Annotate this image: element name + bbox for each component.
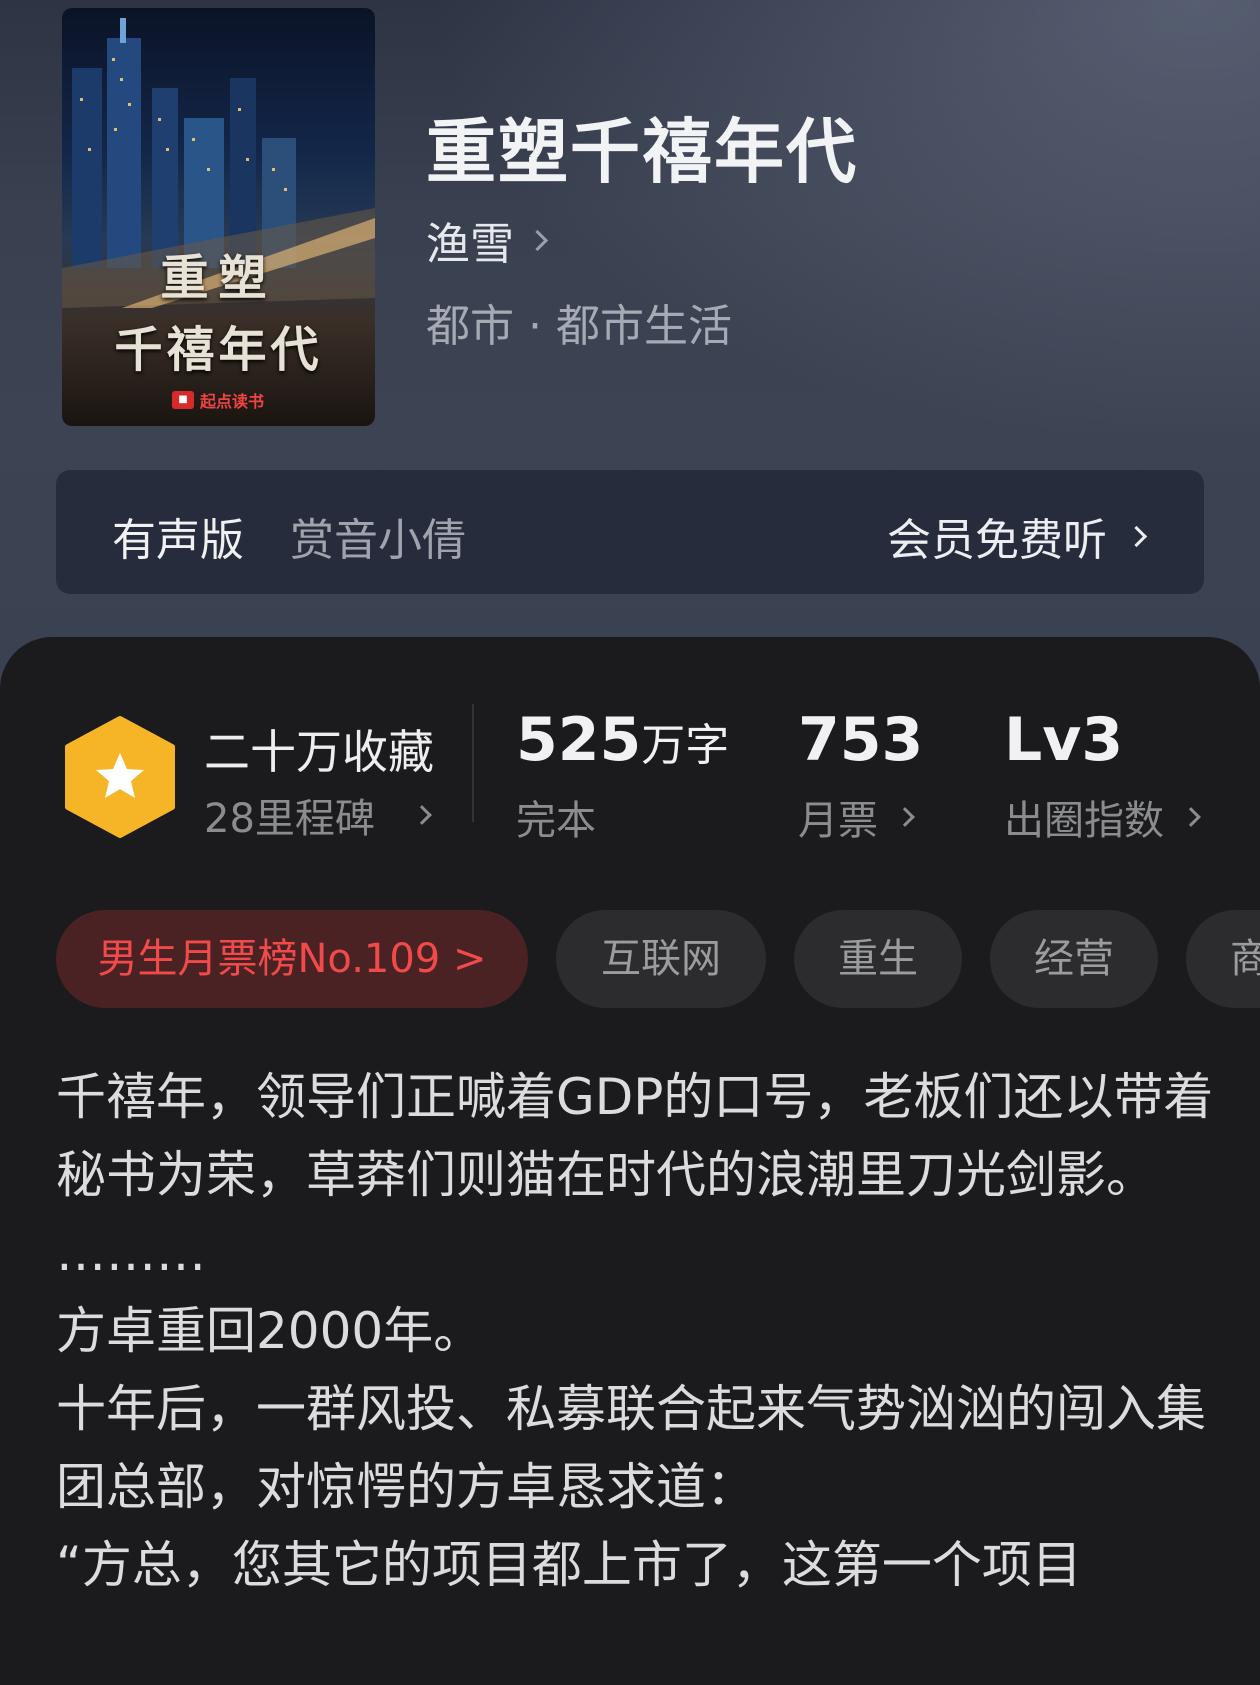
- chevron-right-icon: [1181, 807, 1201, 827]
- monthly-tickets-value[interactable]: 753: [798, 705, 923, 775]
- book-header: 重塑 千禧年代 ■ 起点读书 重塑千禧年代 渔雪 都市 · 都市生活 有声版 赏…: [0, 0, 1260, 700]
- tag-internet[interactable]: 互联网: [556, 910, 766, 1008]
- stats-divider: [472, 704, 474, 822]
- cover-brand: ■ 起点读书: [172, 388, 264, 412]
- tag-business[interactable]: 经营: [990, 910, 1158, 1008]
- star-badge-icon: [65, 716, 175, 838]
- audio-narrator: 赏音小倩: [290, 515, 466, 566]
- author-link[interactable]: 渔雪: [426, 208, 549, 272]
- member-free-listen-button[interactable]: 会员免费听: [887, 504, 1148, 568]
- chevron-right-icon: [895, 807, 915, 827]
- cover-title: 重塑 千禧年代: [62, 238, 375, 380]
- cover-title-line1: 重塑: [160, 250, 277, 306]
- audio-label: 有声版: [112, 515, 244, 566]
- book-synopsis[interactable]: 千禧年，领导们正喊着GDP的口号，老板们还以带着秘书为荣，草莽们则猫在时代的浪潮…: [56, 1058, 1216, 1604]
- tag-row: 男生月票榜No.109 > 互联网 重生 经营 商: [56, 910, 1260, 1010]
- author-name: 渔雪: [426, 219, 514, 270]
- cover-brand-label: 起点读书: [200, 392, 265, 411]
- book-cover[interactable]: 重塑 千禧年代 ■ 起点读书: [62, 8, 375, 426]
- publisher-logo-icon: ■: [172, 391, 194, 409]
- chevron-right-icon: [526, 229, 549, 251]
- popularity-index-link[interactable]: 出圈指数: [1004, 788, 1201, 846]
- cover-title-line2: 千禧年代: [114, 322, 323, 378]
- word-count: 525万字: [516, 705, 729, 775]
- tag-commerce[interactable]: 商: [1186, 910, 1260, 1008]
- member-free-listen-label: 会员免费听: [887, 515, 1107, 566]
- monthly-tickets-label: 月票: [798, 798, 878, 844]
- word-count-value: 525: [516, 705, 642, 775]
- popularity-index-label: 出圈指数: [1004, 798, 1164, 844]
- milestone-link[interactable]: 28里程碑: [204, 786, 432, 844]
- word-count-unit: 万字: [641, 720, 730, 771]
- popularity-index-value[interactable]: Lv3: [1004, 705, 1123, 775]
- audio-version-bar[interactable]: 有声版 赏音小倩 会员免费听: [56, 470, 1204, 594]
- book-genre: 都市 · 都市生活: [426, 301, 732, 352]
- synopsis-separator: ………: [56, 1224, 206, 1282]
- monthly-tickets-link[interactable]: 月票: [798, 788, 915, 846]
- synopsis-paragraph: 方卓重回2000年。: [56, 1302, 484, 1360]
- synopsis-paragraph: 千禧年，领导们正喊着GDP的口号，老板们还以带着秘书为荣，草莽们则猫在时代的浪潮…: [56, 1068, 1214, 1204]
- collect-count[interactable]: 二十万收藏: [204, 716, 434, 782]
- book-title: 重塑千禧年代: [426, 110, 858, 193]
- monthly-rank-tag[interactable]: 男生月票榜No.109 >: [56, 910, 528, 1008]
- completion-status: 完本: [516, 788, 596, 846]
- chevron-right-icon: [412, 805, 432, 825]
- synopsis-paragraph: 十年后，一群风投、私募联合起来气势汹汹的闯入集团总部，对惊愕的方卓恳求道：: [56, 1380, 1206, 1516]
- completion-label: 完本: [516, 798, 596, 844]
- tag-rebirth[interactable]: 重生: [794, 910, 962, 1008]
- chevron-right-icon: [1125, 525, 1148, 547]
- milestone-label: 28里程碑: [204, 796, 375, 842]
- synopsis-paragraph: “方总，您其它的项目都上市了，这第一个项目: [56, 1536, 1082, 1594]
